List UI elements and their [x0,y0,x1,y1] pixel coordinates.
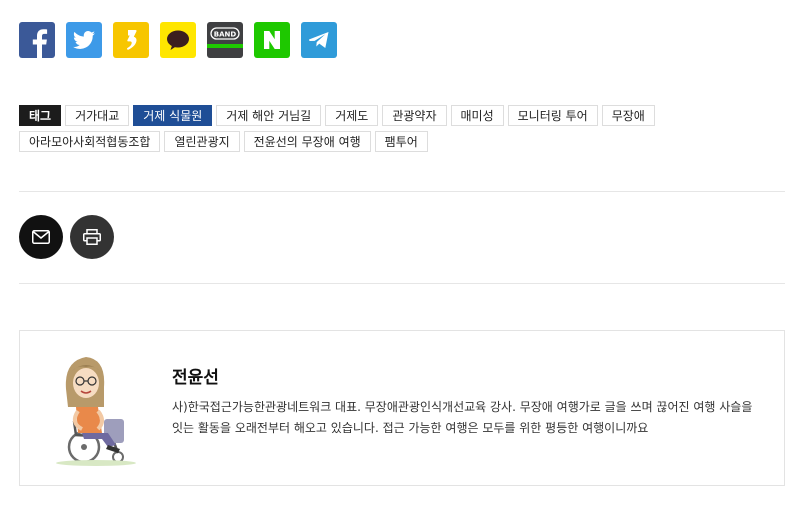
telegram-icon [309,32,329,48]
telegram-share-button[interactable] [301,22,337,58]
tag-item[interactable]: 열린관광지 [164,131,240,152]
print-button[interactable] [70,215,114,259]
email-button[interactable] [19,215,63,259]
naver-share-button[interactable] [254,22,290,58]
band-icon: BAND [207,27,243,48]
divider [19,283,785,284]
author-avatar [56,357,136,466]
svg-text:BAND: BAND [214,31,237,39]
facebook-share-button[interactable] [19,22,55,58]
divider [19,191,785,192]
kakaotalk-icon [167,30,189,50]
tag-item[interactable]: 매미성 [450,105,504,126]
tag-item[interactable]: 거제 해안 거님길 [216,105,322,126]
tag-item[interactable]: 무장애 [601,105,655,126]
tag-item[interactable]: 거가대교 [65,105,130,126]
tag-label: 태그 [19,105,62,126]
kakaostory-share-button[interactable] [113,22,149,58]
envelope-icon [32,230,50,244]
tag-item[interactable]: 거제도 [325,105,379,126]
tag-item[interactable]: 아라모아사회적협동조합 [19,131,161,152]
tag-item[interactable]: 전윤선의 무장애 여행 [243,131,371,152]
author-bio: 사)한국접근가능한관광네트워크 대표. 무장애관광인식개선교육 강사. 무장애 … [172,400,753,435]
twitter-icon [73,31,95,49]
kakaotalk-share-button[interactable] [160,22,196,58]
tag-list: 태그 거가대교 거제 식물원 거제 해안 거님길 거제도 관광약자 매미성 모니… [19,105,719,152]
author-name: 전윤선 [172,368,219,388]
tag-item[interactable]: 팸투어 [374,131,428,152]
kakaostory-icon [126,30,137,50]
tag-item-active[interactable]: 거제 식물원 [133,105,213,126]
twitter-share-button[interactable] [66,22,102,58]
tag-item[interactable]: 모니터링 투어 [507,105,598,126]
printer-icon [83,229,101,245]
tag-item[interactable]: 관광약자 [382,105,447,126]
naver-icon [264,31,280,49]
facebook-icon [32,29,48,58]
author-box: 전윤선 사)한국접근가능한관광네트워크 대표. 무장애관광인식개선교육 강사. … [19,330,785,486]
band-share-button[interactable]: BAND [207,22,243,58]
share-buttons: BAND [19,22,337,58]
